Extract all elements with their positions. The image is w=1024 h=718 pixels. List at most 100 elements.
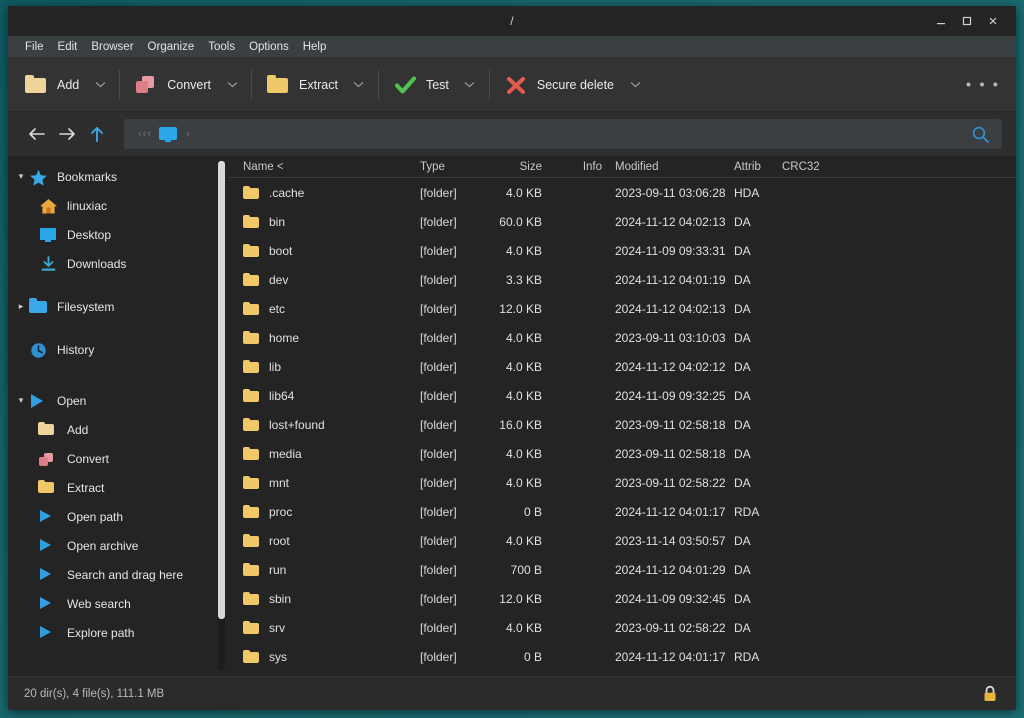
file-pane: Name < Type Size Info Modified Attrib CR… xyxy=(215,156,1016,676)
sidebar-label: Open archive xyxy=(67,538,139,553)
sidebar-item-open-archive[interactable]: Open archive xyxy=(8,531,215,560)
secure-delete-button[interactable]: Secure delete xyxy=(496,66,622,104)
sidebar-item-explore-path[interactable]: Explore path xyxy=(8,618,215,647)
sidebar-item-search-and-drag-here[interactable]: Search and drag here xyxy=(8,560,215,589)
test-button[interactable]: Test xyxy=(385,66,457,104)
cell-crc32 xyxy=(774,497,1016,526)
sidebar-item-bookmarks[interactable]: ▾ Bookmarks xyxy=(8,162,215,191)
sidebar-item-open[interactable]: ▾ Open xyxy=(8,386,215,415)
table-row[interactable]: srv [folder] 4.0 KB 2023-09-11 02:58:22 DA xyxy=(229,613,1016,642)
vertical-scrollbar[interactable] xyxy=(215,156,229,676)
up-arrow-icon[interactable] xyxy=(82,119,112,149)
file-name: lib xyxy=(269,359,282,374)
menu-options[interactable]: Options xyxy=(242,39,296,55)
file-name: bin xyxy=(269,214,286,229)
column-header-name[interactable]: Name < xyxy=(229,156,414,178)
cell-info xyxy=(548,236,608,265)
table-row[interactable]: boot [folder] 4.0 KB 2024-11-09 09:33:31 DA xyxy=(229,236,1016,265)
table-row[interactable]: home [folder] 4.0 KB 2023-09-11 03:10:03 DA xyxy=(229,323,1016,352)
padlock-icon[interactable] xyxy=(980,684,1000,704)
toolbar-overflow-button[interactable]: • • • xyxy=(966,76,1000,93)
cell-info xyxy=(548,352,608,381)
add-dropdown-chevron-down-icon[interactable] xyxy=(87,66,113,104)
sidebar-item-convert[interactable]: Convert xyxy=(8,444,215,473)
sidebar-item-filesystem[interactable]: ▸ Filesystem xyxy=(8,292,215,321)
cell-attrib: DA xyxy=(734,417,751,432)
extract-button[interactable]: Extract xyxy=(258,66,346,104)
sidebar-item-desktop[interactable]: Desktop xyxy=(8,220,215,249)
chevron-right-icon[interactable]: ▸ xyxy=(14,300,28,314)
table-row[interactable]: sys [folder] 0 B 2024-11-12 04:01:17 RDA xyxy=(229,642,1016,671)
cell-crc32 xyxy=(774,381,1016,410)
cell-name: lost+found xyxy=(229,410,414,439)
cell-modified: 2024-11-12 04:01:17 xyxy=(615,504,726,519)
chevron-down-icon[interactable]: ▾ xyxy=(14,394,28,408)
folder-yellow-icon xyxy=(38,479,60,497)
sidebar-label: Open path xyxy=(67,509,124,524)
table-row[interactable]: lost+found [folder] 16.0 KB 2023-09-11 02:5… xyxy=(229,410,1016,439)
menu-help[interactable]: Help xyxy=(296,39,334,55)
table-row[interactable]: sbin [folder] 12.0 KB 2024-11-09 09:32:45 DA xyxy=(229,584,1016,613)
column-header-type[interactable]: Type xyxy=(414,156,476,178)
table-row[interactable]: .cache [folder] 4.0 KB 2023-09-11 03:06:28 H… xyxy=(229,178,1016,207)
menu-edit[interactable]: Edit xyxy=(51,39,85,55)
column-header-info[interactable]: Info xyxy=(548,156,608,178)
column-header-attrib[interactable]: Attrib xyxy=(728,156,774,178)
cell-size: 4.0 KB xyxy=(505,185,542,200)
cell-modified: 2024-11-09 09:32:45 xyxy=(615,591,726,606)
cell-crc32 xyxy=(774,178,1016,207)
cell-size: 16.0 KB xyxy=(499,417,542,432)
column-header-modified[interactable]: Modified xyxy=(608,156,728,178)
computer-icon[interactable] xyxy=(158,124,178,144)
secure-delete-dropdown-chevron-down-icon[interactable] xyxy=(622,66,648,104)
extract-dropdown-chevron-down-icon[interactable] xyxy=(346,66,372,104)
cell-info xyxy=(548,584,608,613)
column-header-crc32[interactable]: CRC32 xyxy=(774,156,1016,178)
path-input[interactable]: ‹‹‹ › xyxy=(124,119,1002,149)
chevron-down-icon[interactable]: ▾ xyxy=(14,170,28,184)
convert-icon xyxy=(38,450,60,468)
convert-button[interactable]: Convert xyxy=(126,66,219,104)
column-header-size[interactable]: Size xyxy=(476,156,548,178)
file-name: sbin xyxy=(269,591,292,606)
table-row[interactable]: lib64 [folder] 4.0 KB 2024-11-09 09:32:25 DA xyxy=(229,381,1016,410)
table-row[interactable]: dev [folder] 3.3 KB 2024-11-12 04:01:19 DA xyxy=(229,265,1016,294)
menu-tools[interactable]: Tools xyxy=(201,39,242,55)
file-name: mnt xyxy=(269,475,290,490)
menu-browser[interactable]: Browser xyxy=(84,39,140,55)
cell-size: 4.0 KB xyxy=(505,243,542,258)
sidebar-item-add[interactable]: Add xyxy=(8,415,215,444)
sidebar-item-downloads[interactable]: Downloads xyxy=(8,249,215,278)
sidebar-item-open-path[interactable]: Open path xyxy=(8,502,215,531)
table-row[interactable]: mnt [folder] 4.0 KB 2023-09-11 02:58:22 DA xyxy=(229,468,1016,497)
search-icon[interactable] xyxy=(971,125,994,144)
sidebar-item-extract[interactable]: Extract xyxy=(8,473,215,502)
cell-type: [folder] xyxy=(420,446,457,461)
table-row[interactable]: run [folder] 700 B 2024-11-12 04:01:29 DA xyxy=(229,555,1016,584)
menu-file[interactable]: File xyxy=(18,39,51,55)
toolbar-group-test: Test xyxy=(385,66,483,104)
table-row[interactable]: root [folder] 4.0 KB 2023-11-14 03:50:57 DA xyxy=(229,526,1016,555)
sidebar-item-web-search[interactable]: Web search xyxy=(8,589,215,618)
scrollbar-thumb[interactable] xyxy=(218,161,225,619)
sidebar-item-linuxiac[interactable]: linuxiac xyxy=(8,191,215,220)
add-button[interactable]: Add xyxy=(16,66,87,104)
cell-name: media xyxy=(229,439,414,468)
folder-yellow-icon xyxy=(243,185,261,201)
table-row[interactable]: proc [folder] 0 B 2024-11-12 04:01:17 RDA xyxy=(229,497,1016,526)
folder-yellow-icon xyxy=(243,591,261,607)
table-row[interactable]: etc [folder] 12.0 KB 2024-11-12 04:02:13 DA xyxy=(229,294,1016,323)
cell-type: [folder] xyxy=(420,243,457,258)
convert-button-label: Convert xyxy=(167,77,212,92)
test-dropdown-chevron-down-icon[interactable] xyxy=(457,66,483,104)
cell-name: sbin xyxy=(229,584,414,613)
sidebar-item-history[interactable]: History xyxy=(8,335,215,364)
cell-type: [folder] xyxy=(420,562,457,577)
forward-arrow-icon[interactable] xyxy=(52,119,82,149)
back-arrow-icon[interactable] xyxy=(22,119,52,149)
menu-organize[interactable]: Organize xyxy=(141,39,202,55)
convert-dropdown-chevron-down-icon[interactable] xyxy=(219,66,245,104)
table-row[interactable]: media [folder] 4.0 KB 2023-09-11 02:58:18 DA xyxy=(229,439,1016,468)
table-row[interactable]: lib [folder] 4.0 KB 2024-11-12 04:02:12 DA xyxy=(229,352,1016,381)
table-row[interactable]: bin [folder] 60.0 KB 2024-11-12 04:02:13 DA xyxy=(229,207,1016,236)
